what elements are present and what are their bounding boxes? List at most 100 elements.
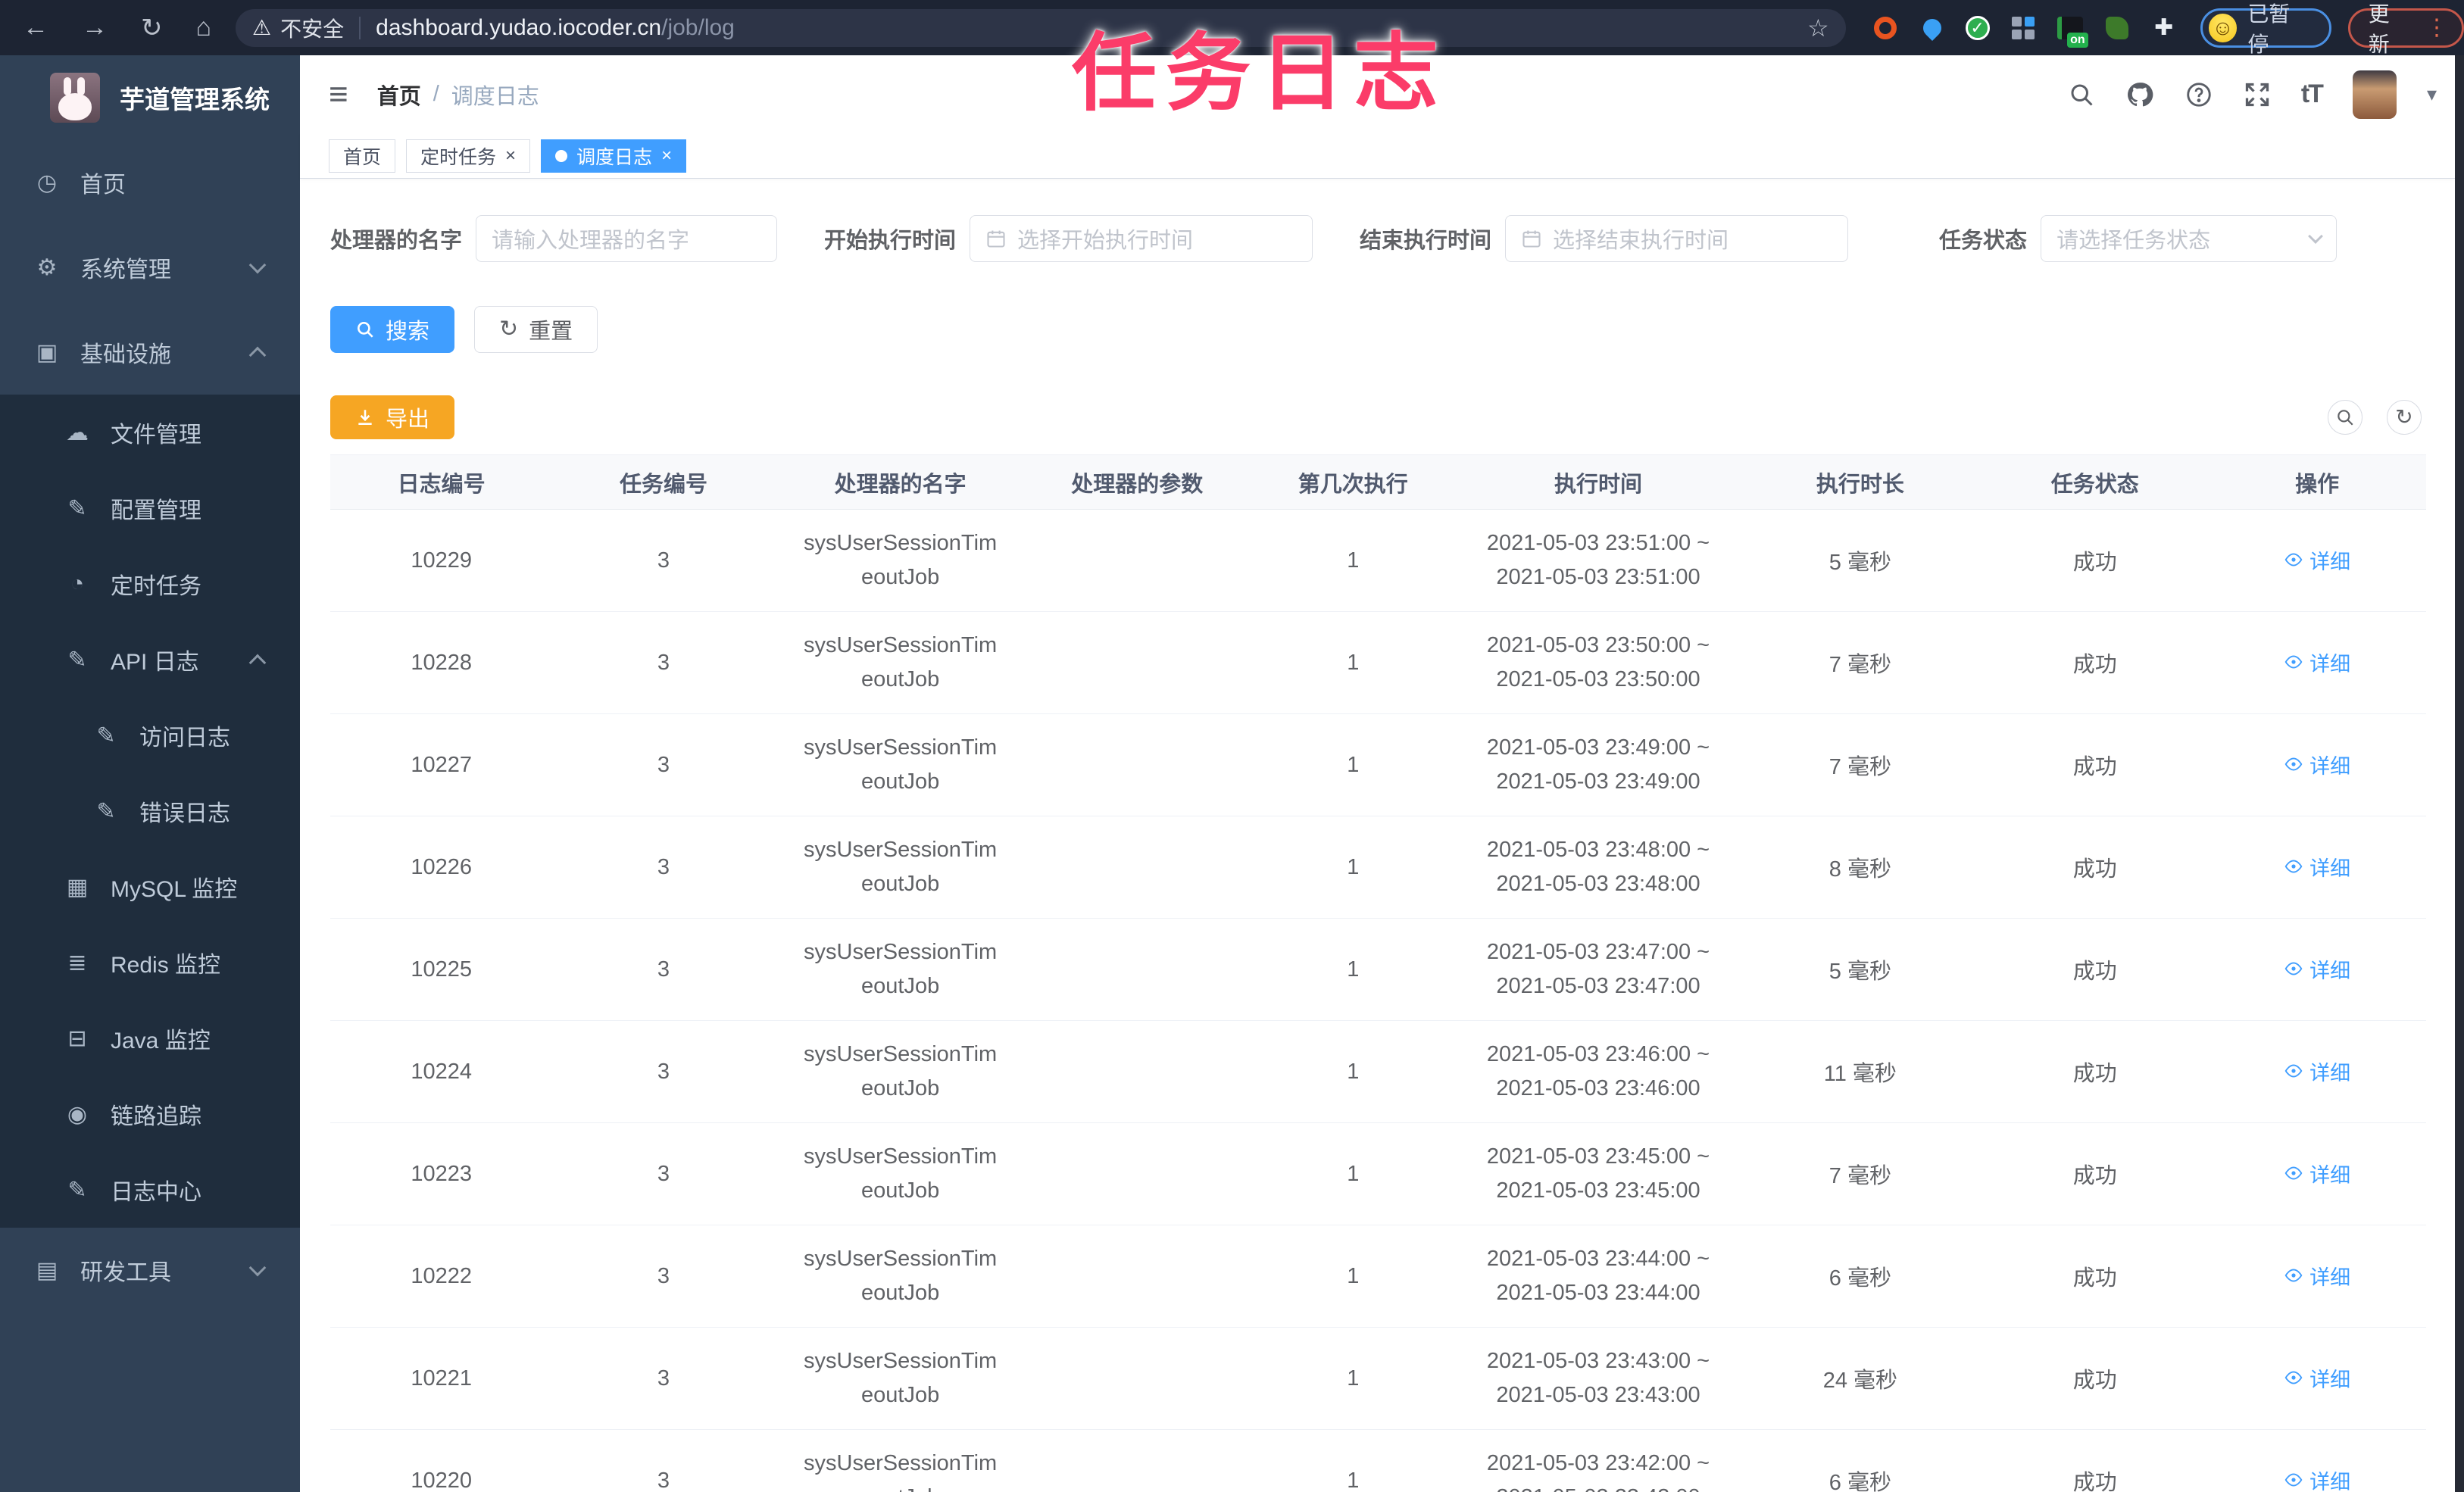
sidebar-item-api-logs[interactable]: ✎ API 日志: [0, 622, 300, 698]
detail-link[interactable]: 详细: [2284, 1159, 2350, 1188]
text-size-icon[interactable]: tT: [2301, 80, 2324, 109]
column-header: 执行时间: [1457, 454, 1739, 510]
fullscreen-icon[interactable]: [2244, 81, 2271, 108]
cell-status: 成功: [1982, 1225, 2209, 1328]
browser-chrome: ← → ↻ ⌂ ⚠ 不安全 dashboard.yudao.iocoder.cn…: [0, 0, 2464, 56]
cell-job-id: 3: [552, 509, 775, 612]
detail-link[interactable]: 详细: [2284, 852, 2350, 882]
cloud-upload-icon: ☁: [66, 420, 89, 445]
sidebar-item-trace[interactable]: ◉ 链路追踪: [0, 1076, 300, 1152]
paused-label: 已暂停: [2247, 2, 2291, 56]
sidebar-item-access-logs[interactable]: ✎ 访问日志: [0, 698, 300, 773]
filter-label: 任务状态: [1939, 229, 2028, 253]
close-icon[interactable]: ×: [505, 146, 516, 165]
start-time-input[interactable]: 选择开始执行时间: [970, 215, 1313, 262]
search-button[interactable]: 搜索: [330, 306, 455, 353]
user-avatar[interactable]: [2352, 70, 2397, 119]
export-button[interactable]: 导出: [330, 395, 455, 439]
filter-label: 结束执行时间: [1360, 229, 1492, 253]
on-badge-extension-icon[interactable]: on: [2056, 14, 2088, 48]
cell-handler-name: sysUserSessionTimeoutJob: [774, 1225, 1026, 1328]
forward-icon[interactable]: →: [82, 13, 108, 42]
breadcrumb-home[interactable]: 首页: [377, 79, 421, 111]
sidebar-item-file-management[interactable]: ☁ 文件管理: [0, 395, 300, 470]
column-header: 执行时长: [1738, 454, 1982, 510]
end-time-input[interactable]: 选择结束执行时间: [1505, 215, 1849, 262]
task-status-select[interactable]: 请选择任务状态: [2041, 215, 2338, 262]
sidebar-item-dev-tools[interactable]: ▤ 研发工具: [0, 1228, 300, 1313]
detail-link[interactable]: 详细: [2284, 750, 2350, 779]
cell-handler-param: [1026, 1020, 1248, 1123]
show-search-button[interactable]: [2328, 400, 2363, 435]
cell-execute-time: 2021-05-03 23:46:00 ~2021-05-03 23:46:00: [1457, 1020, 1739, 1123]
help-icon[interactable]: [2184, 80, 2213, 109]
sidebar-item-log-center[interactable]: ✎ 日志中心: [0, 1152, 300, 1228]
sidebar-item-infrastructure[interactable]: ▣ 基础设施: [0, 310, 300, 395]
sidebar-item-scheduled-tasks[interactable]: ◔ 定时任务: [0, 546, 300, 622]
table-body: 10229 3 sysUserSessionTim eoutJob 1 2021-…: [330, 509, 2426, 1492]
cell-actions: 详细: [2208, 816, 2426, 919]
puzzle-extension-icon[interactable]: ✚: [2150, 14, 2178, 42]
chevron-down-icon[interactable]: ▾: [2427, 83, 2437, 106]
sidebar-item-label: 系统管理: [80, 258, 171, 282]
cell-execute-time: 2021-05-03 23:49:00 ~2021-05-03 23:49:00: [1457, 713, 1739, 816]
cell-handler-param: [1026, 1225, 1248, 1328]
sidebar-item-error-logs[interactable]: ✎ 错误日志: [0, 773, 300, 849]
cell-handler-name: sysUserSessionTimeoutJob: [774, 1020, 1026, 1123]
hamburger-icon[interactable]: ≡: [329, 77, 348, 111]
table-row: 10222 3 sysUserSessionTim eoutJob 1 2021-…: [330, 1225, 2426, 1328]
back-icon[interactable]: ←: [23, 13, 48, 42]
green-leaf-extension-icon[interactable]: [2103, 14, 2131, 42]
browser-update-button[interactable]: 更新 ⋮: [2347, 2, 2464, 56]
tag-home[interactable]: 首页: [329, 139, 396, 173]
sidebar-item-home[interactable]: ◷ 首页: [0, 140, 300, 225]
github-icon[interactable]: [2125, 80, 2154, 109]
url-bar[interactable]: ⚠ 不安全 dashboard.yudao.iocoder.cn /job/lo…: [236, 8, 1846, 47]
tags-bar: 首页 定时任务 × 调度日志 ×: [300, 133, 2455, 179]
search-icon[interactable]: [2068, 81, 2095, 108]
sidebar-item-mysql-monitor[interactable]: ▦ MySQL 监控: [0, 849, 300, 925]
url-host: dashboard.yudao.iocoder.cn: [376, 14, 662, 40]
home-icon[interactable]: ⌂: [196, 13, 212, 42]
tag-job-log[interactable]: 调度日志 ×: [541, 139, 687, 173]
detail-link[interactable]: 详细: [2284, 1057, 2350, 1086]
blue-drop-extension-icon[interactable]: [1919, 14, 1946, 42]
paused-profile-chip[interactable]: ☺ 已暂停: [2200, 2, 2331, 56]
cell-duration: 7 毫秒: [1738, 611, 1982, 714]
chevron-down-icon: [248, 256, 267, 274]
detail-link[interactable]: 详细: [2284, 648, 2350, 677]
detail-link[interactable]: 详细: [2284, 954, 2350, 984]
detail-link[interactable]: 详细: [2284, 1363, 2350, 1393]
cell-log-id: 10223: [330, 1122, 553, 1225]
browser-menu-icon[interactable]: ⋮: [2425, 14, 2448, 41]
green-check-extension-icon[interactable]: ✓: [1965, 15, 1990, 40]
detail-link-label: 详细: [2309, 1368, 2351, 1391]
cell-job-id: 3: [552, 713, 775, 816]
cell-status: 成功: [1982, 1020, 2209, 1123]
detail-link[interactable]: 详细: [2284, 1261, 2350, 1291]
cell-job-id: 3: [552, 1225, 775, 1328]
tag-scheduled-tasks[interactable]: 定时任务 ×: [406, 139, 531, 173]
cell-execute-index: 1: [1248, 1225, 1458, 1328]
detail-link[interactable]: 详细: [2284, 545, 2350, 575]
orange-ring-extension-icon[interactable]: [1872, 14, 1899, 42]
grid-extension-icon[interactable]: [2010, 14, 2037, 42]
refresh-table-button[interactable]: ↻: [2387, 400, 2422, 435]
sidebar-item-label: 配置管理: [111, 498, 201, 523]
cell-execute-time: 2021-05-03 23:43:00 ~2021-05-03 23:43:00: [1457, 1327, 1739, 1430]
cell-duration: 5 毫秒: [1738, 509, 1982, 612]
bookmark-star-icon[interactable]: ☆: [1807, 14, 1829, 42]
table-header: 日志编号 任务编号 处理器的名字 处理器的参数 第几次执行 执行时间 执行时长 任务状态 操作: [330, 454, 2426, 510]
reset-button[interactable]: ↻ 重置: [474, 306, 598, 353]
sidebar-item-config-management[interactable]: ✎ 配置管理: [0, 470, 300, 546]
sidebar-item-java-monitor[interactable]: ⊟ Java 监控: [0, 1000, 300, 1076]
sidebar-item-label: MySQL 监控: [111, 877, 238, 902]
detail-link[interactable]: 详细: [2284, 1465, 2350, 1492]
sidebar-item-redis-monitor[interactable]: ≣ Redis 监控: [0, 925, 300, 1000]
sidebar-item-label: 定时任务: [111, 574, 201, 599]
reload-icon[interactable]: ↻: [141, 13, 163, 43]
sidebar-item-system-management[interactable]: ⚙ 系统管理: [0, 225, 300, 310]
dashboard-icon: ◷: [36, 170, 58, 195]
close-icon[interactable]: ×: [661, 146, 672, 165]
handler-name-input[interactable]: 请输入处理器的名字: [476, 215, 778, 262]
